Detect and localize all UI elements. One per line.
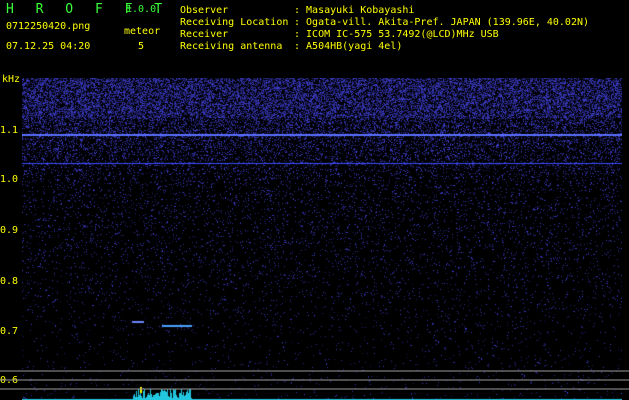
overlay-lines bbox=[0, 370, 629, 390]
